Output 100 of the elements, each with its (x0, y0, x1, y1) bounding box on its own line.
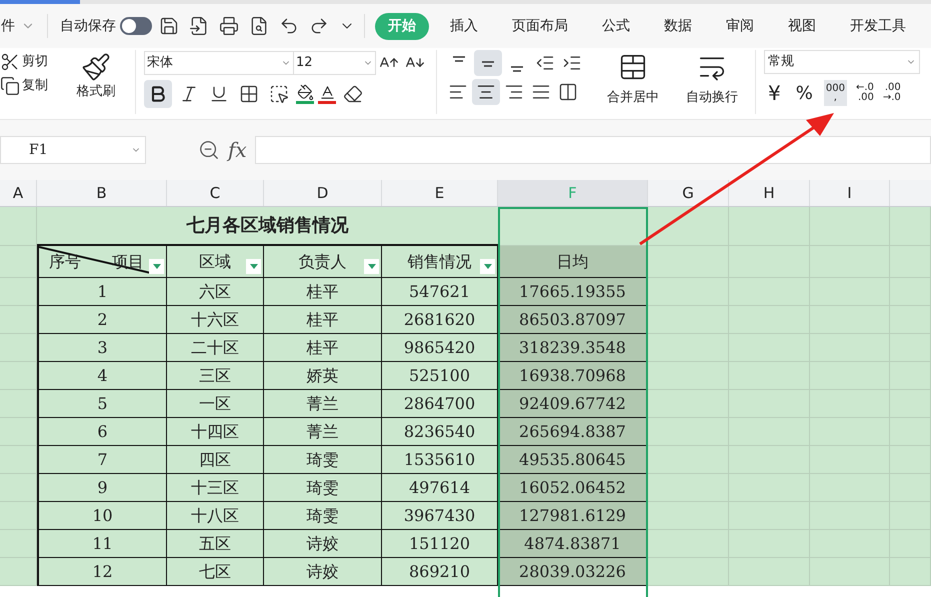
grid-cell (0, 362, 37, 390)
grid-cell (0, 246, 37, 278)
grid-cell (890, 362, 931, 390)
autosave-label: 自动保存 (60, 16, 116, 36)
copy-icon[interactable] (0, 76, 20, 96)
grid-cell (0, 306, 37, 334)
fill-color-icon[interactable] (296, 84, 314, 104)
grid-cell (890, 390, 931, 418)
percent-button[interactable]: % (794, 80, 815, 106)
caret-icon[interactable] (250, 264, 258, 269)
column-header[interactable]: I (810, 180, 890, 206)
currency-button[interactable]: ¥ (764, 78, 785, 108)
formula-input[interactable] (254, 136, 931, 164)
filter-button[interactable] (149, 259, 164, 274)
column-header[interactable]: H (729, 180, 810, 206)
grid-cell (0, 474, 37, 502)
ribbon-tab[interactable]: 审阅 (713, 12, 767, 40)
table-cell: 菁兰 (264, 418, 382, 446)
table-cell: 3 (37, 334, 167, 362)
zoom-icon[interactable] (198, 139, 220, 161)
file-menu[interactable]: 件 (0, 16, 15, 36)
table-cell: 318239.3548 (498, 334, 648, 362)
increase-decimal-button[interactable]: ←.0 .00 (856, 83, 874, 103)
align-middle-button[interactable] (474, 50, 502, 76)
table-cell: 七区 (167, 558, 264, 586)
table-cell: 十八区 (167, 502, 264, 530)
header-label: 序号 (49, 250, 81, 272)
caret-icon[interactable] (152, 264, 160, 269)
column-header[interactable]: A (0, 180, 37, 206)
merge-cells-icon[interactable] (618, 52, 648, 82)
column-header[interactable]: C (167, 180, 264, 206)
distribute-icon[interactable] (558, 82, 578, 102)
header-label: 日均 (556, 250, 588, 272)
column-header[interactable]: D (264, 180, 382, 206)
column-header[interactable]: B (37, 180, 167, 206)
column-header[interactable]: G (648, 180, 729, 206)
export-icon[interactable] (189, 16, 209, 36)
ribbon-tab[interactable]: 视图 (775, 12, 829, 40)
save-icon[interactable] (159, 16, 179, 36)
grid-cell (0, 446, 37, 474)
underline-icon[interactable] (209, 84, 229, 104)
redo-icon[interactable] (309, 16, 329, 36)
header-label: 销售情况 (408, 250, 472, 272)
name-box[interactable]: F1 (0, 136, 146, 164)
ribbon-tab[interactable]: 页面布局 (499, 12, 581, 40)
ribbon-tab[interactable]: 开发工具 (837, 12, 919, 40)
merge-center-button[interactable]: 合并居中 (607, 88, 659, 108)
font-color-icon[interactable] (318, 84, 336, 104)
eraser-icon[interactable] (343, 84, 363, 104)
cell-style-icon[interactable] (269, 84, 289, 104)
print-icon[interactable] (219, 16, 239, 36)
table-cell: 497614 (382, 474, 498, 502)
filter-button[interactable] (246, 259, 261, 274)
font-size-field[interactable]: 12 (294, 51, 376, 75)
ribbon-tab[interactable]: 公式 (589, 12, 643, 40)
function-label[interactable]: fx (228, 135, 247, 165)
copy-button[interactable]: 复制 (22, 76, 48, 96)
table-cell: 869210 (382, 558, 498, 586)
filter-button[interactable] (364, 259, 379, 274)
grid-cell (890, 502, 931, 530)
wrap-text-button[interactable]: 自动换行 (686, 88, 738, 108)
autosave-toggle[interactable] (120, 17, 152, 35)
comma-style-button[interactable]: 000 , (824, 80, 847, 106)
header-label: 负责人 (298, 250, 346, 272)
ribbon-tab[interactable]: 插入 (437, 12, 491, 40)
table-cell: 琦雯 (264, 474, 382, 502)
grid-cell (890, 306, 931, 334)
scissors-icon[interactable] (0, 52, 20, 72)
table-cell: 525100 (382, 362, 498, 390)
table-cell: 17665.19355 (498, 278, 648, 306)
format-painter-button[interactable]: 格式刷 (76, 82, 116, 102)
paintbrush-icon[interactable] (81, 52, 111, 82)
border-icon[interactable] (239, 84, 259, 104)
undo-icon[interactable] (279, 16, 299, 36)
bold-button[interactable] (144, 80, 172, 108)
table-cell: 诗姣 (264, 530, 382, 558)
table-cell: 28039.03226 (498, 558, 648, 586)
font-name-field[interactable]: 宋体 (144, 51, 294, 75)
filter-button[interactable] (480, 259, 495, 274)
print-preview-icon[interactable] (249, 16, 269, 36)
table-cell: 9 (37, 474, 167, 502)
table-cell: 2864700 (382, 390, 498, 418)
table-cell: 十四区 (167, 418, 264, 446)
ribbon-tab[interactable]: 数据 (651, 12, 705, 40)
grid-cell (890, 334, 931, 362)
number-format-field[interactable]: 常规 (764, 50, 920, 74)
align-center-button[interactable] (472, 79, 500, 105)
table-cell: 547621 (382, 278, 498, 306)
grid-cell (890, 246, 931, 278)
table-cell: 1535610 (382, 446, 498, 474)
grid-cell (890, 474, 931, 502)
caret-icon[interactable] (484, 264, 492, 269)
table-cell: 桂平 (264, 306, 382, 334)
decrease-decimal-button[interactable]: .00 →.0 (882, 83, 901, 103)
grid-cell (890, 446, 931, 474)
caret-icon[interactable] (368, 264, 376, 269)
table-cell: 琦雯 (264, 502, 382, 530)
table-cell: 4874.83871 (498, 530, 648, 558)
cut-button[interactable]: 剪切 (22, 52, 48, 72)
table-cell: 16938.70968 (498, 362, 648, 390)
